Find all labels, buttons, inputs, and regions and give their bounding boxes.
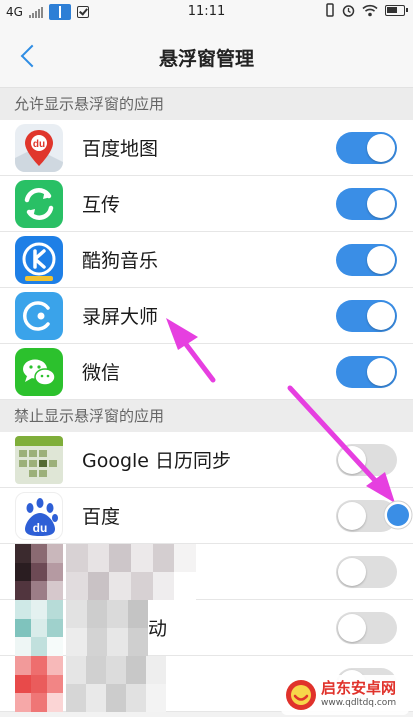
toggle-knob [367,134,395,162]
app-name: 动 [148,618,168,640]
status-bar: 4G 11:11 [0,0,413,24]
toggle-knob [338,446,366,474]
app-row-baidu-map: du 百度地图 [0,120,413,176]
redacted-label [66,600,148,656]
app-name: 百度地图 [82,138,159,160]
app-row-transfer: 互传 [0,176,413,232]
floating-window-toggle[interactable] [336,300,397,332]
floating-window-toggle[interactable] [336,188,397,220]
wifi-icon [362,4,378,16]
page-title: 悬浮窗管理 [158,48,254,70]
svg-text:du: du [33,139,45,150]
redacted-icon [15,544,63,600]
floating-window-toggle[interactable] [336,244,397,276]
app-name: 微信 [82,362,121,384]
wechat-icon [15,348,63,396]
app-name: 互传 [82,194,121,216]
app-row-baidu: du 百度 [0,488,413,544]
toggle-knob [367,246,395,274]
watermark-logo-icon [286,680,316,710]
app-row-wechat: 微信 [0,344,413,400]
app-name: 录屏大师 [82,306,159,328]
toggle-knob [338,502,366,530]
watermark: 启东安卓网 www.qdltdq.com [281,675,409,715]
floating-window-toggle[interactable] [336,356,397,388]
transfer-icon [15,180,63,228]
floating-window-toggle[interactable] [336,500,397,532]
watermark-title: 启东安卓网 [321,679,397,697]
status-right [325,3,408,17]
app-name: 酷狗音乐 [82,250,159,272]
section-header-allowed: 允许显示悬浮窗的应用 [0,88,413,120]
app-name: 百度 [82,506,121,528]
battery-icon [385,4,408,16]
floating-window-toggle[interactable] [336,556,397,588]
alarm-icon [342,4,355,17]
app-row-google-calendar-sync: Google 日历同步 [0,432,413,488]
app-row-screen-recorder: 录屏大师 [0,288,413,344]
navigation-bar: 悬浮窗管理 [0,24,413,88]
redacted-icon [15,600,63,656]
toggle-knob [338,558,366,586]
app-name: Google 日历同步 [82,450,232,472]
floating-window-toggle[interactable] [336,444,397,476]
redacted-label [66,544,196,600]
app-row-redacted: 动 [0,600,413,656]
watermark-url: www.qdltdq.com [321,698,397,708]
redacted-label [66,656,166,712]
google-calendar-sync-icon [15,436,63,484]
baidu-map-icon: du [15,124,63,172]
floating-window-toggle[interactable] [336,132,397,164]
screen-recorder-icon [15,292,63,340]
toggle-knob [367,190,395,218]
baidu-icon: du [15,492,63,540]
toggle-knob [367,358,395,386]
app-row-kugou: 酷狗音乐 [0,232,413,288]
toggle-knob [338,614,366,642]
app-row-redacted [0,544,413,600]
toggle-knob [367,302,395,330]
section-header-blocked: 禁止显示悬浮窗的应用 [0,400,413,432]
vibrate-icon [326,3,334,17]
redacted-icon [15,656,63,712]
floating-window-toggle[interactable] [336,612,397,644]
kugou-icon [15,236,63,284]
svg-text:du: du [33,521,48,535]
